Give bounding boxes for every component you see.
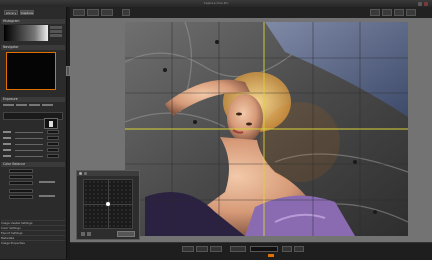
minimize-button[interactable] (418, 1, 422, 6)
section-histogram[interactable]: Histogram (1, 19, 65, 24)
bottom-sections: Image Usable Settings Color Settings Exp… (1, 220, 65, 258)
tool-button[interactable] (394, 9, 404, 16)
view-mode-button[interactable] (87, 9, 99, 16)
tool-button[interactable] (382, 9, 392, 16)
close-button[interactable] (424, 1, 428, 6)
zoom-in-button[interactable] (196, 246, 208, 252)
status-indicator (268, 254, 274, 257)
zoom-field[interactable] (250, 246, 278, 252)
pick-tool-icon[interactable] (81, 232, 85, 236)
view-mode-button[interactable] (73, 9, 85, 16)
slider-value[interactable] (47, 136, 59, 140)
view-mode-button[interactable] (101, 9, 113, 16)
cb-button[interactable] (39, 195, 55, 197)
exposure-sliders (3, 130, 63, 159)
fit-button[interactable] (210, 246, 222, 252)
color-picker-panel[interactable] (76, 170, 140, 240)
slider-label (3, 149, 11, 151)
reset-icon[interactable] (87, 232, 91, 236)
zoom-out-button[interactable] (182, 246, 194, 252)
slider-value[interactable] (47, 154, 59, 158)
photo-illustration (125, 22, 408, 236)
main-photo[interactable] (125, 22, 408, 236)
close-icon[interactable] (79, 172, 82, 175)
slider-track[interactable] (15, 144, 43, 145)
color-grid[interactable] (83, 179, 133, 229)
slider-label (3, 155, 11, 157)
tool-button[interactable] (406, 9, 416, 16)
slider-track[interactable] (15, 156, 43, 157)
section-navigator[interactable]: Navigator (1, 45, 65, 50)
nav-button[interactable] (294, 246, 304, 252)
ok-button[interactable] (117, 231, 135, 237)
histogram-gradient (4, 25, 48, 41)
slider-label (3, 131, 11, 133)
viewer-toolbar (70, 7, 432, 18)
panel-header[interactable] (77, 171, 139, 176)
exposure-reset-button[interactable] (29, 104, 40, 106)
slider-label (3, 137, 11, 139)
slider-label (3, 143, 11, 145)
slider-track[interactable] (15, 138, 43, 139)
compare-button[interactable] (230, 246, 246, 252)
tab-capture[interactable]: Capture (20, 10, 34, 15)
slider-track[interactable] (15, 132, 43, 133)
cb-field[interactable] (9, 169, 33, 173)
cb-field[interactable] (9, 181, 33, 185)
section-color-balance[interactable]: Color Balance (1, 162, 65, 167)
color-picker-handle[interactable] (106, 202, 110, 206)
tab-library[interactable]: Library (4, 10, 18, 15)
slider-track[interactable] (15, 150, 43, 151)
exposure-preset-button[interactable] (3, 104, 14, 106)
navigator-preview[interactable] (6, 52, 56, 90)
cb-field[interactable] (9, 189, 33, 193)
tool-button[interactable] (370, 9, 380, 16)
slider-value[interactable] (47, 148, 59, 152)
exposure-auto-button[interactable] (16, 104, 27, 106)
left-panel: Library Capture Histogram Navigator Expo… (0, 7, 67, 259)
minimize-icon[interactable] (84, 172, 87, 175)
rotate-button[interactable] (122, 9, 130, 16)
cb-field[interactable] (9, 175, 33, 179)
nav-button[interactable] (282, 246, 292, 252)
cb-field[interactable] (9, 195, 33, 199)
section-image-properties[interactable]: Image Properties (1, 240, 65, 245)
cb-button[interactable] (39, 181, 55, 183)
section-exposure[interactable]: Exposure (1, 97, 65, 102)
slider-value[interactable] (47, 142, 59, 146)
color-balance-controls (3, 169, 63, 209)
title-bar: Capture One Pro (0, 0, 432, 7)
exposure-copy-button[interactable] (42, 104, 53, 106)
white-balance-picker[interactable] (44, 118, 58, 129)
status-bar (70, 242, 432, 260)
histogram-controls (50, 25, 62, 41)
window-title: Capture One Pro (203, 1, 229, 5)
slider-value[interactable] (47, 130, 59, 134)
